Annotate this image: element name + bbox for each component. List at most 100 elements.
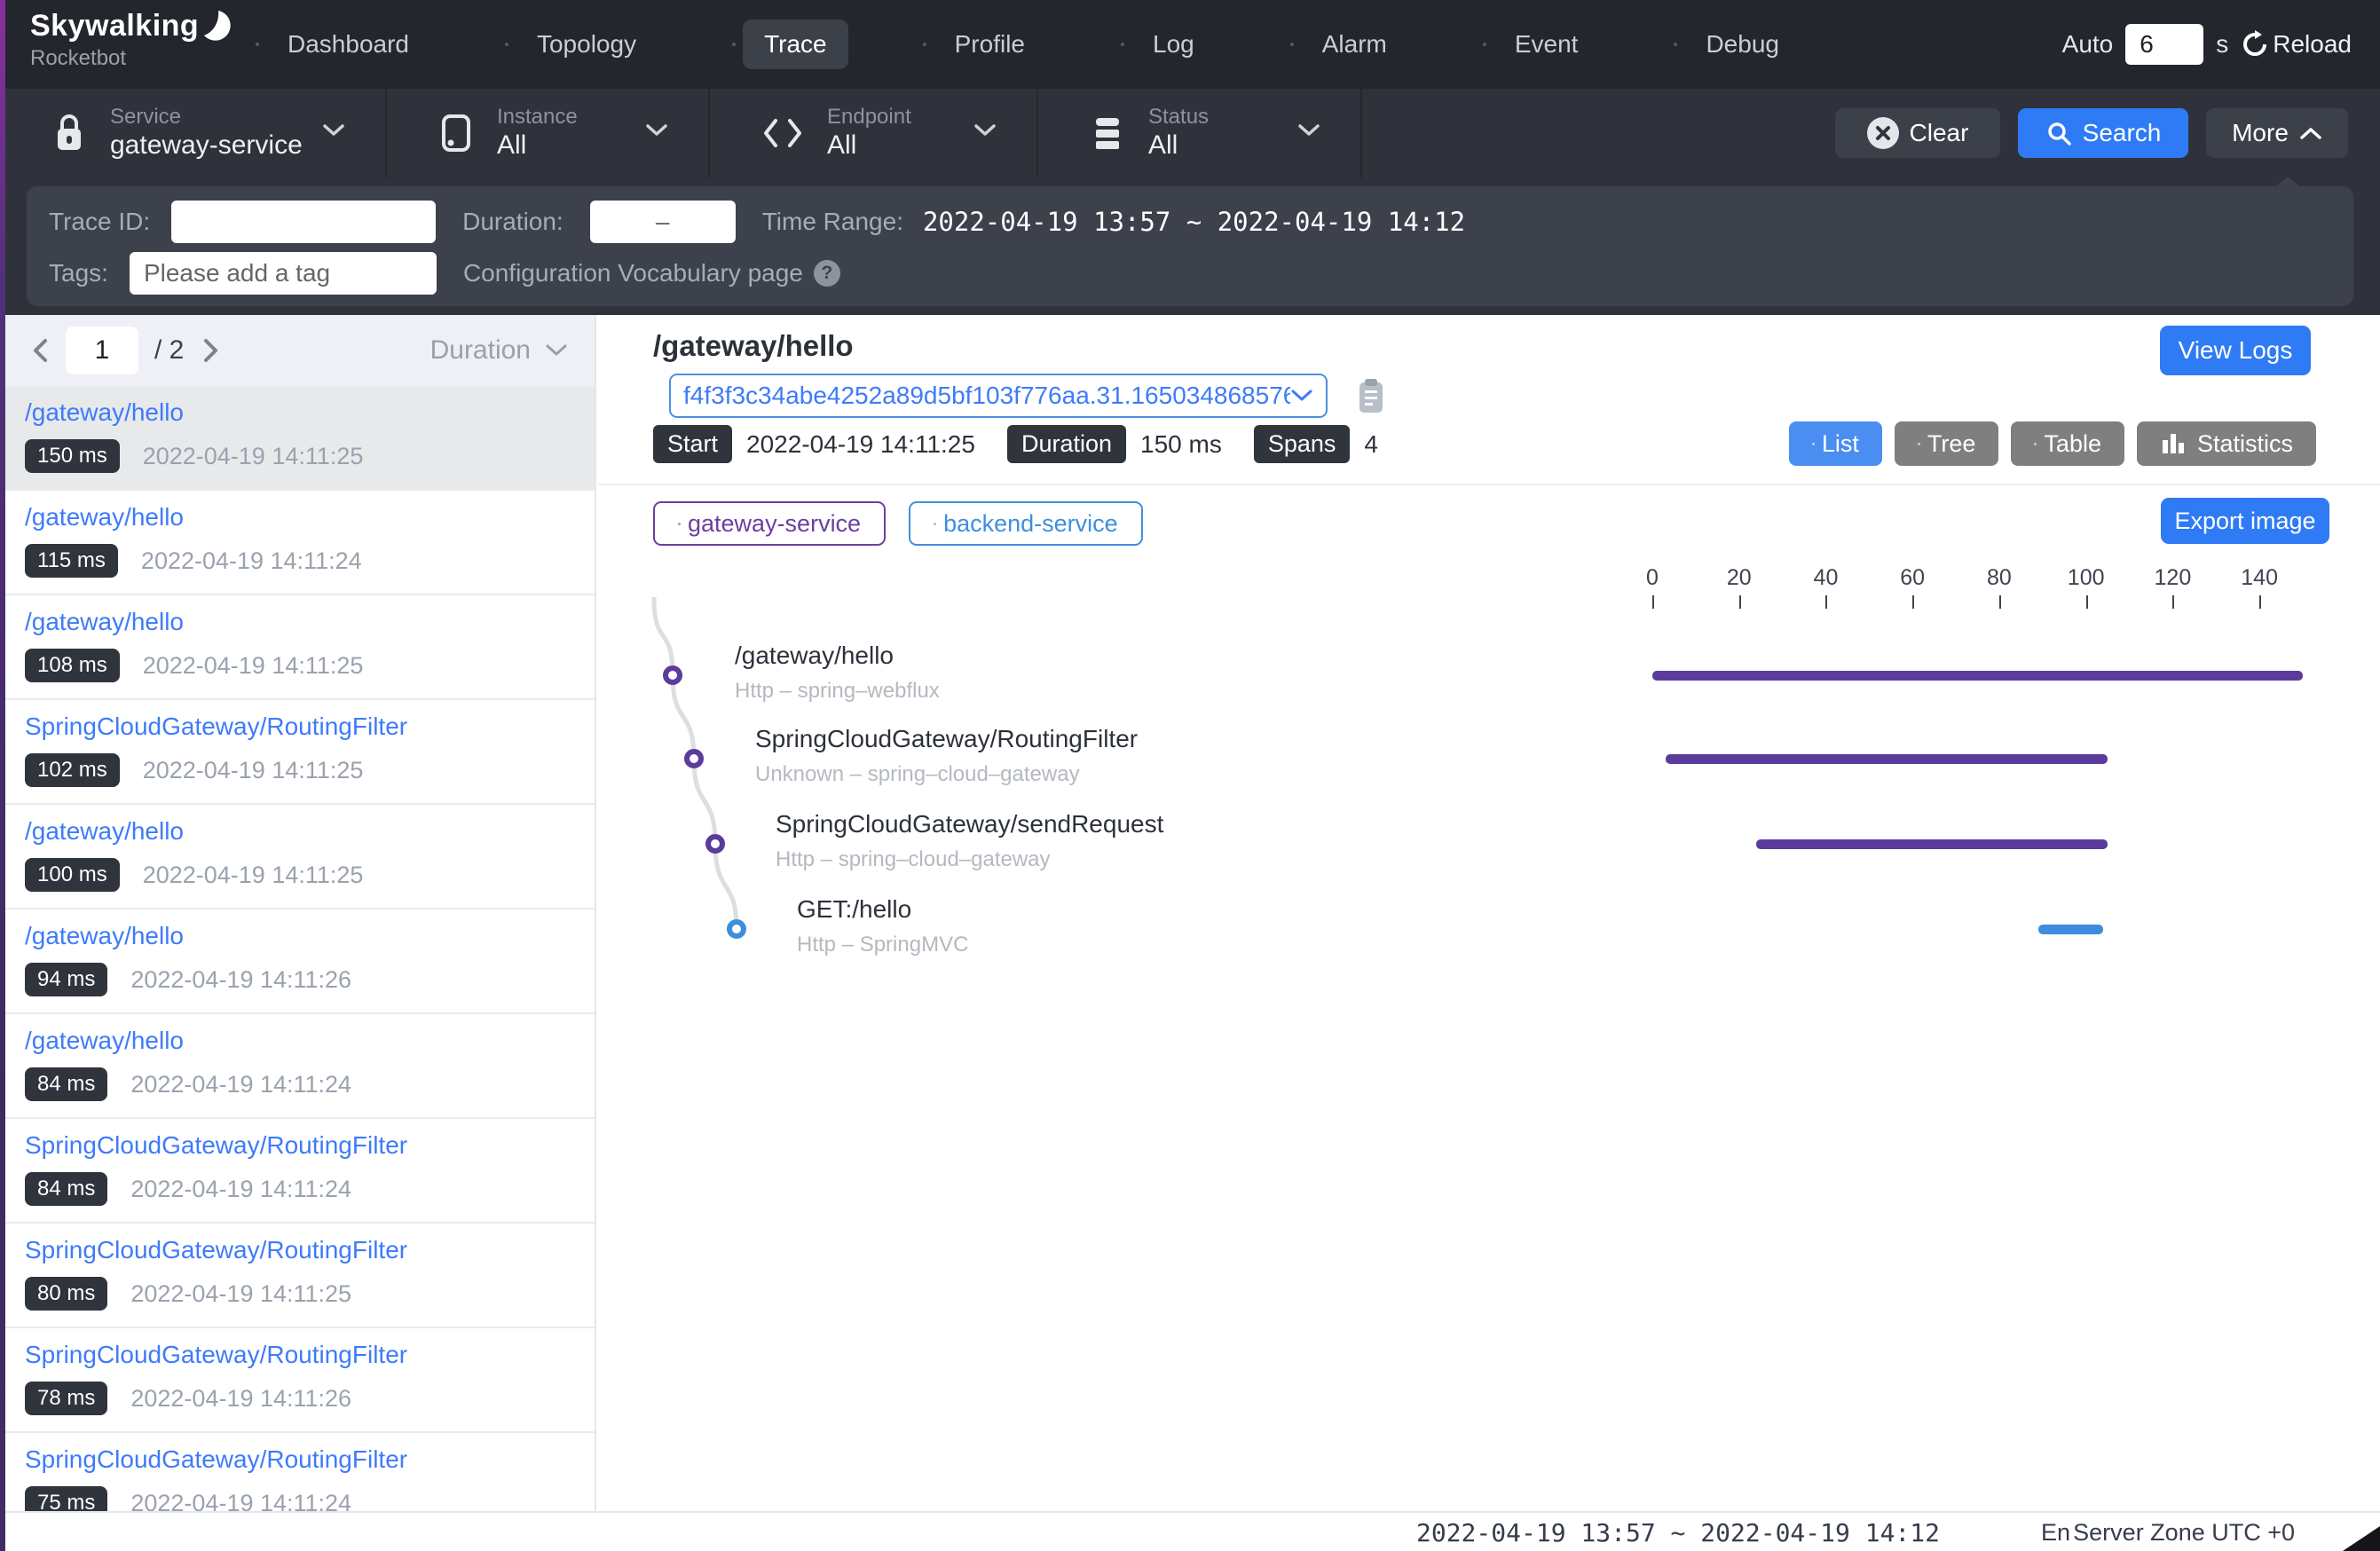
bullet-dot [505, 43, 508, 46]
sort-dropdown[interactable]: Duration [430, 335, 568, 366]
axis-tick-mark [2086, 595, 2088, 609]
clear-button[interactable]: Clear [1835, 108, 2000, 158]
filter-bar: Servicegateway-serviceInstanceAllEndpoin… [0, 89, 2380, 177]
footer-bar: 2022-04-19 13:57 ~ 2022-04-19 14:12 En S… [0, 1511, 2380, 1551]
trace-id-select[interactable]: f4f3f3c34abe4252a89d5bf103f776aa.31.1650… [669, 374, 1328, 418]
trace-name-link[interactable]: /gateway/hello [25, 503, 595, 531]
trace-name-link[interactable]: SpringCloudGateway/RoutingFilter [25, 1236, 595, 1264]
logo-swoosh-icon [201, 9, 231, 44]
nav-item-event[interactable]: Event [1493, 20, 1600, 69]
service-filter[interactable]: Servicegateway-service [0, 89, 387, 177]
language-toggle[interactable]: En [2041, 1519, 2070, 1547]
trace-name-link[interactable]: /gateway/hello [25, 817, 595, 846]
nav-item-topology[interactable]: Topology [516, 20, 658, 69]
server-zone-setting[interactable]: Server Zone UTC +0 [2073, 1519, 2295, 1547]
axis-tick-label: 40 [1814, 565, 1839, 591]
nav-item-dashboard[interactable]: Dashboard [266, 20, 430, 69]
nav-item-log[interactable]: Log [1131, 20, 1216, 69]
next-page-button[interactable] [198, 337, 225, 364]
trace-name-link[interactable]: /gateway/hello [25, 922, 595, 950]
trace-list-item[interactable]: SpringCloudGateway/RoutingFilter75 ms202… [0, 1433, 595, 1511]
span-node-icon[interactable] [684, 749, 704, 768]
trace-name-link[interactable]: SpringCloudGateway/RoutingFilter [25, 713, 595, 741]
trace-list-item[interactable]: /gateway/hello150 ms2022-04-19 14:11:25 [0, 386, 595, 491]
trace-name-link[interactable]: /gateway/hello [25, 608, 595, 636]
span-duration-bar[interactable] [1666, 754, 2108, 764]
chevron-down-icon [644, 122, 669, 138]
axis-tick-mark [1652, 595, 1654, 609]
trace-meta-row: Start 2022-04-19 14:11:25 Duration 150 m… [653, 425, 1396, 463]
search-button[interactable]: Search [2018, 108, 2188, 158]
help-icon[interactable]: ? [814, 260, 840, 287]
more-panel-row-2: Tags: Configuration Vocabulary page ? [49, 250, 2353, 296]
view-mode-statistics[interactable]: Statistics [2137, 421, 2316, 466]
spans-value: 4 [1364, 430, 1378, 459]
trace-timestamp: 2022-04-19 14:11:25 [143, 443, 364, 470]
nav-item-trace[interactable]: Trace [743, 20, 848, 69]
trace-list-item[interactable]: /gateway/hello84 ms2022-04-19 14:11:24 [0, 1014, 595, 1119]
span-title[interactable]: SpringCloudGateway/sendRequest [776, 810, 1163, 838]
more-button[interactable]: More [2206, 108, 2348, 158]
page-input[interactable] [66, 327, 138, 374]
axis-tick-label: 20 [1727, 565, 1752, 591]
trace-name-link[interactable]: SpringCloudGateway/RoutingFilter [25, 1341, 595, 1369]
selector-text: Servicegateway-service [110, 105, 303, 161]
span-title[interactable]: SpringCloudGateway/RoutingFilter [755, 725, 1138, 753]
vocabulary-link[interactable]: Configuration Vocabulary page [463, 259, 803, 287]
tags-input[interactable] [130, 252, 437, 295]
window-edge-strip [0, 0, 5, 1551]
view-logs-button[interactable]: View Logs [2160, 326, 2311, 375]
span-node-icon[interactable] [705, 834, 725, 854]
trace-timestamp: 2022-04-19 14:11:25 [143, 652, 364, 680]
service-chip-gateway-service[interactable]: gateway-service [653, 501, 886, 546]
endpoint-filter[interactable]: EndpointAll [710, 89, 1038, 177]
trace-list-item[interactable]: SpringCloudGateway/RoutingFilter80 ms202… [0, 1224, 595, 1328]
span-node-icon[interactable] [663, 665, 682, 685]
view-mode-table[interactable]: Table [2011, 421, 2124, 466]
span-duration-bar[interactable] [1756, 839, 2108, 849]
trace-name-link[interactable]: /gateway/hello [25, 1027, 595, 1055]
view-mode-list[interactable]: List [1789, 421, 1882, 466]
service-chip-backend-service[interactable]: backend-service [909, 501, 1143, 546]
span-node-icon[interactable] [727, 919, 746, 939]
trace-list-item[interactable]: SpringCloudGateway/RoutingFilter102 ms20… [0, 700, 595, 805]
auto-interval-input[interactable] [2125, 24, 2203, 65]
status-filter[interactable]: StatusAll [1038, 89, 1362, 177]
view-mode-tree[interactable]: Tree [1895, 421, 1999, 466]
logo[interactable]: Skywalking Rocketbot [30, 9, 231, 71]
trace-timestamp: 2022-04-19 14:11:26 [130, 966, 351, 994]
instance-filter[interactable]: InstanceAll [387, 89, 710, 177]
nav-item-label: Event [1515, 30, 1579, 59]
trace-list-item[interactable]: /gateway/hello108 ms2022-04-19 14:11:25 [0, 595, 595, 700]
copy-icon[interactable] [1354, 377, 1388, 416]
duration-input[interactable] [590, 201, 736, 243]
nav-item-alarm[interactable]: Alarm [1301, 20, 1408, 69]
trace-name-link[interactable]: SpringCloudGateway/RoutingFilter [25, 1131, 595, 1160]
bullet-dot [256, 43, 259, 46]
trace-list-item[interactable]: /gateway/hello115 ms2022-04-19 14:11:24 [0, 491, 595, 595]
prev-page-button[interactable] [27, 337, 53, 364]
selector-label: Endpoint [827, 105, 911, 130]
trace-id-input[interactable] [171, 201, 436, 243]
reload-button[interactable]: Reload [2241, 30, 2352, 59]
span-title[interactable]: /gateway/hello [735, 642, 894, 670]
trace-list-item[interactable]: SpringCloudGateway/RoutingFilter84 ms202… [0, 1119, 595, 1224]
lock-icon [51, 112, 87, 154]
nav-item-label: Trace [764, 30, 827, 59]
span-title[interactable]: GET:/hello [797, 895, 911, 924]
trace-list-item[interactable]: /gateway/hello100 ms2022-04-19 14:11:25 [0, 805, 595, 909]
span-duration-bar[interactable] [2038, 925, 2103, 934]
service-chip-label: backend-service [943, 510, 1118, 538]
bullet-dot [934, 523, 936, 525]
trace-name-link[interactable]: /gateway/hello [25, 398, 595, 427]
nav-item-profile[interactable]: Profile [934, 20, 1046, 69]
trace-name-link[interactable]: SpringCloudGateway/RoutingFilter [25, 1445, 595, 1474]
nav-item-debug[interactable]: Debug [1684, 20, 1801, 69]
export-image-button[interactable]: Export image [2161, 498, 2329, 544]
trace-meta: 94 ms2022-04-19 14:11:26 [25, 963, 595, 996]
trace-list-item[interactable]: SpringCloudGateway/RoutingFilter78 ms202… [0, 1328, 595, 1433]
skywalking-trace-app: Skywalking Rocketbot Dashboard Topology Tr… [0, 0, 2380, 1551]
trace-id-value: f4f3f3c34abe4252a89d5bf103f776aa.31.1650… [683, 382, 1290, 410]
trace-list-item[interactable]: /gateway/hello 94 ms2022-04-19 14:11:26 [0, 909, 595, 1014]
span-duration-bar[interactable] [1652, 671, 2303, 681]
